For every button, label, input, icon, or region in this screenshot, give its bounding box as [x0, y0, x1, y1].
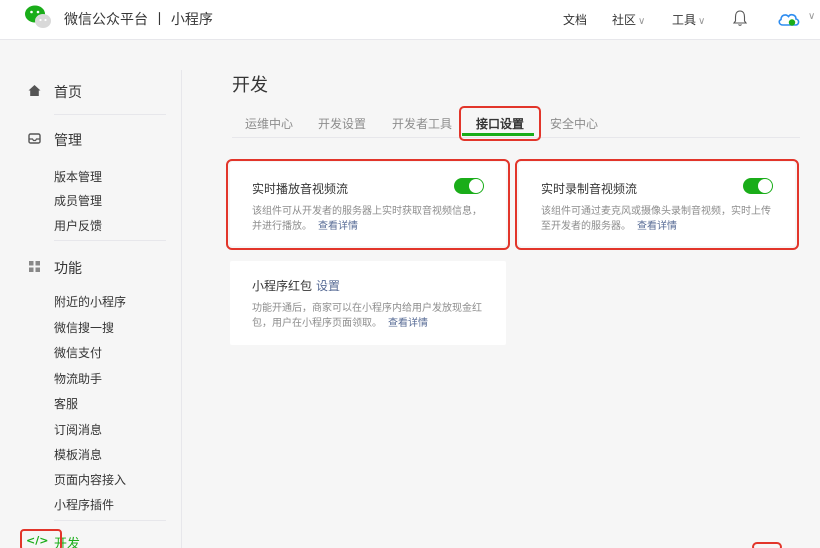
- sidebar-group-manage[interactable]: 管理: [28, 130, 148, 149]
- tab-dev-tools[interactable]: 开发者工具: [392, 115, 452, 132]
- divider: [54, 520, 166, 521]
- top-bar: 微信公众平台 丨 小程序 文档 社区 ∨ 工具 ∨ ∨: [0, 0, 820, 40]
- highlight-frame: [515, 159, 799, 250]
- view-details-link[interactable]: 查看详情: [388, 318, 428, 329]
- sidebar-item-version[interactable]: 版本管理: [54, 168, 102, 185]
- sidebar-item-search[interactable]: 微信搜一搜: [54, 319, 114, 336]
- sidebar-item-members[interactable]: 成员管理: [54, 192, 102, 209]
- highlight-frame: [752, 542, 782, 548]
- divider: [54, 114, 166, 115]
- inbox-icon: [28, 133, 41, 144]
- chevron-down-icon: ∨: [638, 16, 646, 27]
- chevron-down-icon: ∨: [698, 16, 706, 27]
- sidebar-item-service[interactable]: 客服: [54, 395, 78, 412]
- sidebar-item-feedback[interactable]: 用户反馈: [54, 217, 102, 234]
- sidebar-item-content-access[interactable]: 页面内容接入: [54, 471, 126, 488]
- page-title: 开发: [232, 75, 268, 96]
- card-desc: 功能开通后，商家可以在小程序内给用户发放现金红 包，用户在小程序页面领取。 查看详…: [252, 301, 492, 331]
- nav-docs[interactable]: 文档: [563, 11, 587, 28]
- tab-security[interactable]: 安全中心: [550, 115, 598, 132]
- sidebar-divider: [181, 70, 182, 548]
- tab-ops[interactable]: 运维中心: [245, 115, 293, 132]
- tab-dev-settings[interactable]: 开发设置: [318, 115, 366, 132]
- account-cloud-icon[interactable]: [777, 10, 801, 28]
- card-title-row: 小程序红包 设置: [252, 277, 340, 294]
- active-highlight-frame: [20, 529, 62, 548]
- highlight-frame: [226, 159, 510, 250]
- sidebar-item-home[interactable]: 首页: [28, 82, 148, 101]
- card-desc-line: 功能开通后，商家可以在小程序内给用户发放现金红: [252, 303, 482, 314]
- card-title: 小程序红包: [252, 279, 313, 293]
- card-desc-line: 包，用户在小程序页面领取。: [252, 318, 382, 329]
- sidebar-item-template[interactable]: 模板消息: [54, 446, 102, 463]
- chevron-down-icon[interactable]: ∨: [808, 11, 815, 22]
- sidebar-features-label: 功能: [54, 261, 82, 277]
- tab-highlight-frame: [459, 106, 541, 141]
- home-icon: [28, 85, 41, 96]
- divider: [54, 240, 166, 241]
- nav-community-label: 社区: [612, 13, 637, 27]
- sidebar-item-logistics[interactable]: 物流助手: [54, 370, 102, 387]
- grid-icon: [29, 261, 40, 272]
- sidebar-manage-label: 管理: [54, 133, 82, 149]
- nav-tools-label: 工具: [672, 13, 697, 27]
- sidebar-group-features[interactable]: 功能: [28, 258, 148, 277]
- sidebar-home-label: 首页: [54, 85, 82, 101]
- settings-link[interactable]: 设置: [316, 279, 340, 293]
- sidebar-item-plugins[interactable]: 小程序插件: [54, 496, 114, 513]
- card-red-packet: 小程序红包 设置 功能开通后，商家可以在小程序内给用户发放现金红 包，用户在小程序…: [230, 261, 506, 345]
- wechat-logo-icon[interactable]: [24, 4, 52, 30]
- sidebar-item-nearby[interactable]: 附近的小程序: [54, 293, 126, 310]
- sidebar-item-subscribe[interactable]: 订阅消息: [54, 421, 102, 438]
- sidebar-item-pay[interactable]: 微信支付: [54, 344, 102, 361]
- nav-tools[interactable]: 工具 ∨: [672, 11, 705, 28]
- nav-community[interactable]: 社区 ∨: [612, 11, 645, 28]
- brand-title: 微信公众平台 丨 小程序: [64, 12, 213, 28]
- bell-icon[interactable]: [732, 8, 748, 28]
